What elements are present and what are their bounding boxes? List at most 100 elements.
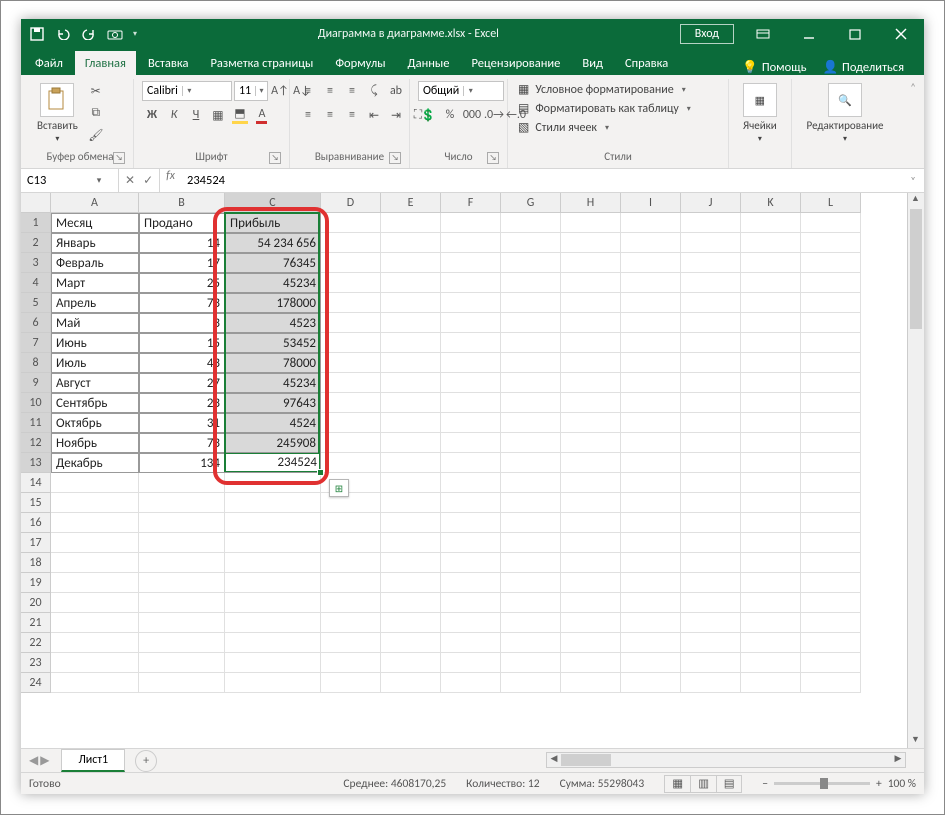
row-header[interactable]: 13 [21, 453, 51, 473]
cell[interactable] [621, 273, 681, 293]
cell[interactable] [621, 293, 681, 313]
cell[interactable] [381, 573, 441, 593]
cell[interactable] [621, 373, 681, 393]
login-button[interactable]: Вход [680, 24, 734, 44]
alignment-dialog-launcher[interactable]: ↘ [389, 152, 401, 164]
cell[interactable] [681, 653, 741, 673]
cell[interactable] [801, 653, 861, 673]
cell[interactable] [51, 473, 139, 493]
cell[interactable] [441, 553, 501, 573]
view-normal-icon[interactable]: ▦ [664, 775, 690, 793]
row-header[interactable]: 12 [21, 433, 51, 453]
cell[interactable]: Октябрь [51, 413, 139, 433]
cell[interactable] [561, 233, 621, 253]
cell[interactable]: Месяц [51, 213, 139, 233]
cell[interactable]: 45234 [225, 373, 321, 393]
cell[interactable] [139, 473, 225, 493]
expand-formula-bar-icon[interactable]: ˅ [902, 169, 924, 192]
cell[interactable]: Март [51, 273, 139, 293]
cell[interactable] [561, 433, 621, 453]
cell[interactable] [441, 673, 501, 693]
cell[interactable]: 17 [139, 253, 225, 273]
cell[interactable]: 134 [139, 453, 225, 473]
cell[interactable] [501, 273, 561, 293]
cell[interactable]: Январь [51, 233, 139, 253]
cell[interactable] [561, 273, 621, 293]
row-header[interactable]: 1 [21, 213, 51, 233]
cell[interactable] [501, 673, 561, 693]
cell[interactable] [501, 533, 561, 553]
name-box-dropdown-icon[interactable]: ▾ [91, 175, 107, 186]
row-header[interactable]: 19 [21, 573, 51, 593]
cell[interactable] [321, 413, 381, 433]
format-painter-icon[interactable]: 🖌 [86, 125, 106, 145]
paste-button[interactable]: Вставить ▾ [35, 81, 80, 146]
cell[interactable] [441, 493, 501, 513]
cell[interactable] [681, 533, 741, 553]
tab-review[interactable]: Рецензирование [461, 51, 570, 75]
cell[interactable] [321, 613, 381, 633]
cell[interactable] [381, 273, 441, 293]
cell[interactable] [381, 593, 441, 613]
row-header[interactable]: 20 [21, 593, 51, 613]
cell[interactable] [561, 633, 621, 653]
column-header[interactable]: J [681, 193, 741, 213]
cell[interactable] [801, 633, 861, 653]
cell[interactable] [441, 593, 501, 613]
cell[interactable] [321, 233, 381, 253]
cell[interactable] [681, 393, 741, 413]
cell[interactable] [741, 313, 801, 333]
column-header[interactable]: B [139, 193, 225, 213]
save-icon[interactable] [29, 26, 45, 42]
cell[interactable] [501, 333, 561, 353]
cell[interactable]: 27 [139, 373, 225, 393]
cell[interactable] [139, 673, 225, 693]
cell[interactable]: 97643 [225, 393, 321, 413]
cell[interactable] [501, 433, 561, 453]
cell[interactable] [621, 453, 681, 473]
cell[interactable] [381, 313, 441, 333]
cell[interactable]: 43 [139, 353, 225, 373]
cell[interactable] [561, 333, 621, 353]
cell[interactable] [441, 293, 501, 313]
cell[interactable]: 73 [139, 433, 225, 453]
cell[interactable] [381, 513, 441, 533]
format-as-table-button[interactable]: ▤Форматировать как таблицу▾ [516, 100, 693, 117]
cell[interactable]: Июль [51, 353, 139, 373]
cell[interactable] [681, 673, 741, 693]
row-header[interactable]: 22 [21, 633, 51, 653]
cell[interactable] [801, 513, 861, 533]
row-header[interactable]: 5 [21, 293, 51, 313]
cell[interactable] [321, 333, 381, 353]
cell[interactable] [381, 453, 441, 473]
cell[interactable] [321, 653, 381, 673]
clipboard-dialog-launcher[interactable]: ↘ [113, 152, 125, 164]
cell[interactable] [741, 373, 801, 393]
cell[interactable] [621, 213, 681, 233]
align-center-icon[interactable]: ≡ [320, 105, 340, 125]
cell[interactable] [381, 673, 441, 693]
decrease-indent-icon[interactable]: ⇤ [364, 105, 384, 125]
row-header[interactable]: 17 [21, 533, 51, 553]
cell[interactable]: Апрель [51, 293, 139, 313]
cell[interactable] [741, 613, 801, 633]
cell[interactable] [381, 613, 441, 633]
cell[interactable] [561, 593, 621, 613]
cell[interactable] [801, 673, 861, 693]
cell[interactable]: 4523 [225, 313, 321, 333]
column-header[interactable]: D [321, 193, 381, 213]
cell[interactable] [681, 513, 741, 533]
view-page-break-icon[interactable]: ▤ [716, 775, 742, 793]
cell[interactable] [501, 213, 561, 233]
cell[interactable] [381, 433, 441, 453]
cell[interactable] [681, 333, 741, 353]
cell[interactable] [681, 233, 741, 253]
row-header[interactable]: 16 [21, 513, 51, 533]
cell[interactable] [321, 293, 381, 313]
cell[interactable] [561, 353, 621, 373]
cell[interactable]: Ноябрь [51, 433, 139, 453]
cell[interactable] [621, 653, 681, 673]
cell[interactable] [741, 213, 801, 233]
cell[interactable] [441, 573, 501, 593]
cell[interactable] [441, 273, 501, 293]
